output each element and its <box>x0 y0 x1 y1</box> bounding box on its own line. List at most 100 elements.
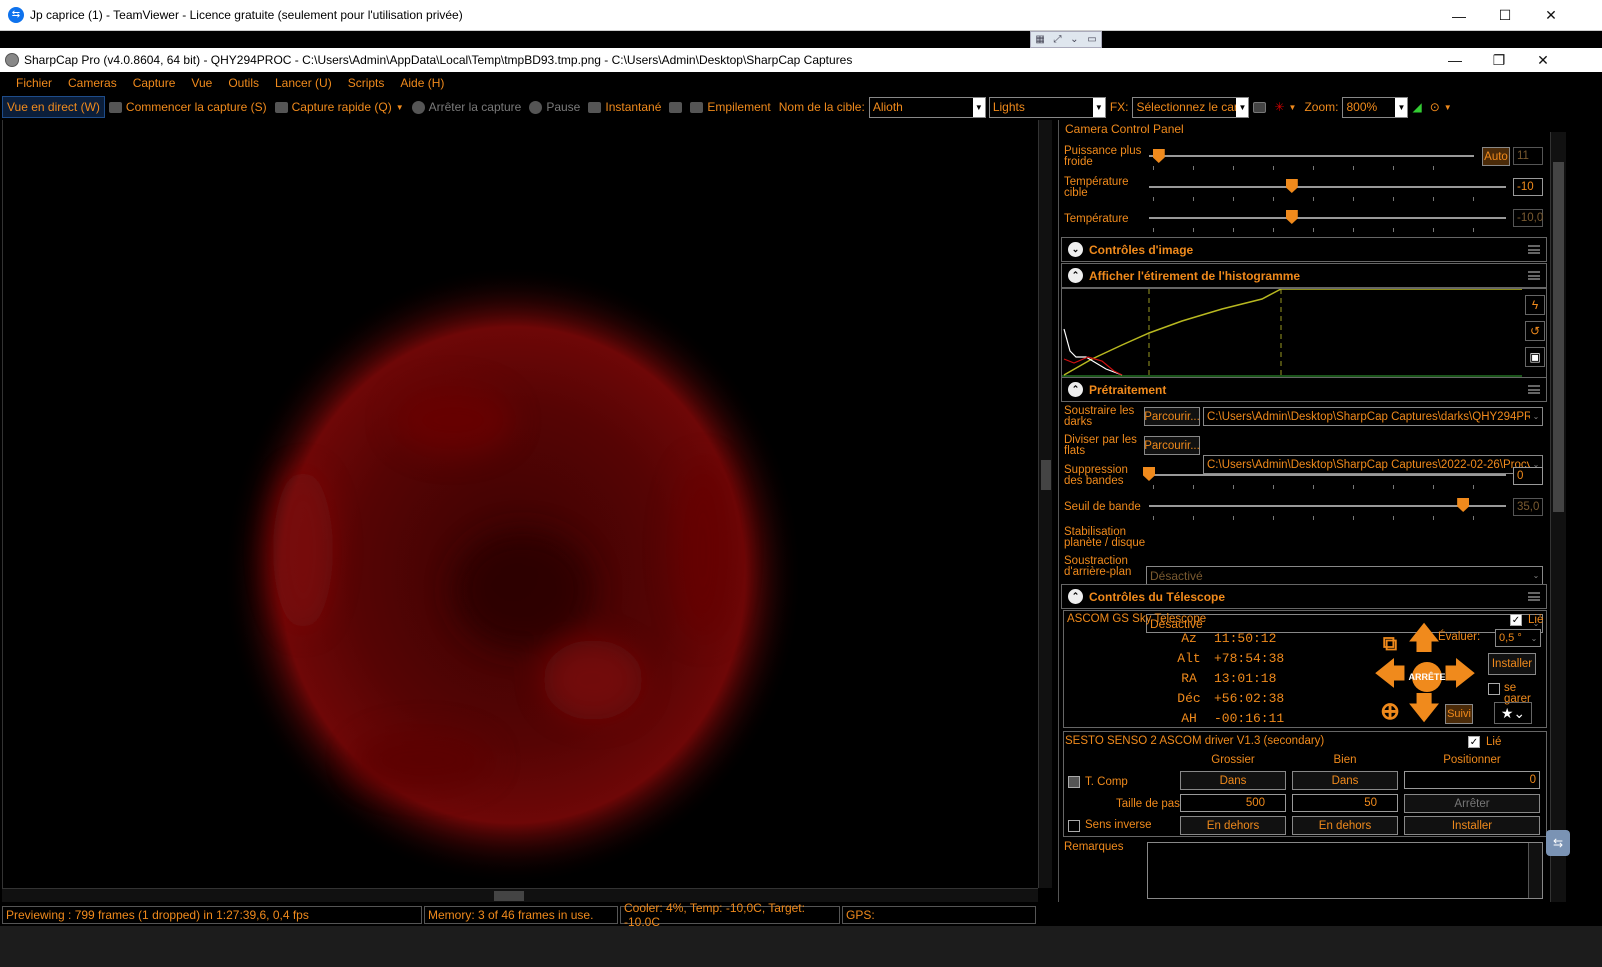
section-histogram[interactable]: ⌃ Afficher l'étirement de l'histogramme <box>1061 263 1547 288</box>
maximize-button[interactable]: ☐ <box>1482 0 1528 31</box>
darks-path-combo[interactable]: C:\Users\Admin\Desktop\SharpCap Captures… <box>1203 407 1543 426</box>
arrow-left-button[interactable]: 🡄 <box>1374 658 1406 693</box>
stabilisation-combo[interactable]: Désactivé ⌄ <box>1146 566 1543 585</box>
scroll-thumb[interactable] <box>1553 162 1564 512</box>
start-capture-button[interactable]: Commencer la capture (S) <box>105 97 271 117</box>
flats-path-combo[interactable]: C:\Users\Admin\Desktop\SharpCap Captures… <box>1203 455 1543 474</box>
chevron-down-icon[interactable]: ⌄ <box>1070 34 1078 45</box>
auto-stretch-icon[interactable]: ϟ <box>1525 295 1545 315</box>
menu-capture[interactable]: Capture <box>133 76 176 90</box>
zoom-tool-button[interactable]: ⊙ ▼ <box>1426 97 1456 117</box>
target-temp-slider-thumb[interactable] <box>1285 179 1298 193</box>
target-name-combo[interactable]: Alioth ▼ <box>868 96 986 118</box>
teamviewer-float-icon[interactable]: ⇆ <box>1546 830 1570 856</box>
banding-slider[interactable] <box>1149 474 1506 476</box>
focuser-install-button[interactable]: Installer <box>1404 816 1540 835</box>
col-coarse-header: Grossier <box>1211 754 1255 766</box>
pause-button[interactable]: Pause <box>525 97 584 117</box>
banding-value[interactable]: 0 <box>1513 467 1543 485</box>
mount-install-button[interactable]: Installer <box>1488 653 1536 675</box>
frame-type-combo[interactable]: Lights ▼ <box>988 96 1106 118</box>
menu-icon[interactable] <box>1528 385 1540 394</box>
menu-lancer[interactable]: Lancer (U) <box>275 76 332 90</box>
step-fine-input[interactable]: 50 <box>1292 794 1398 812</box>
histogram-area[interactable]: ϟ ↺ ▣ <box>1061 288 1547 378</box>
scroll-thumb[interactable] <box>1041 460 1051 490</box>
menu-icon[interactable] <box>1528 271 1540 280</box>
menu-fichier[interactable]: Fichier <box>16 76 52 90</box>
menu-icon[interactable] <box>1528 592 1540 601</box>
section-preprocessing[interactable]: ⌃ Prétraitement <box>1061 377 1547 402</box>
mount-linked-checkbox[interactable]: ✓ <box>1510 614 1522 626</box>
section-telescope[interactable]: ⌃ Contrôles du Télescope <box>1061 584 1547 609</box>
zoom-combo[interactable]: 800% ▼ <box>1342 96 1409 118</box>
sc-minimize-button[interactable]: — <box>1432 48 1478 72</box>
menu-icon[interactable] <box>1528 245 1540 254</box>
stacking-button[interactable]: Empilement <box>686 97 774 117</box>
live-preview-image[interactable] <box>2 120 1038 888</box>
menu-outils[interactable]: Outils <box>228 76 259 90</box>
live-view-button[interactable]: Vue en direct (W) <box>2 96 105 118</box>
fx-combo[interactable]: Sélectionnez le car ▼ <box>1132 96 1250 118</box>
focus-out-coarse-button[interactable]: En dehors <box>1180 816 1286 835</box>
flats-browse-button[interactable]: Parcourir... <box>1144 436 1200 455</box>
stop-capture-button[interactable]: Arrêter la capture <box>408 97 526 117</box>
focuser-linked-checkbox[interactable]: ✓ <box>1468 736 1480 748</box>
focus-in-coarse-button[interactable]: Dans <box>1180 771 1286 790</box>
section-image-controls[interactable]: ⌄ Contrôles d'image <box>1061 237 1547 262</box>
cooler-power-value[interactable]: 11 <box>1513 147 1543 165</box>
chevron-down-icon[interactable]: ⌄ <box>1068 242 1083 257</box>
chevron-up-icon[interactable]: ⌃ <box>1068 382 1083 397</box>
chevron-up-icon[interactable]: ⌃ <box>1068 268 1083 283</box>
park-checkbox[interactable] <box>1488 683 1500 695</box>
grid-icon[interactable]: ▦ <box>1035 34 1044 45</box>
menu-scripts[interactable]: Scripts <box>348 76 385 90</box>
crosshair-button[interactable]: ✳ ▼ <box>1270 97 1300 117</box>
focus-in-fine-button[interactable]: Dans <box>1292 771 1398 790</box>
star-icon[interactable]: ★⌄ <box>1494 702 1532 724</box>
menu-aide[interactable]: Aide (H) <box>400 76 444 90</box>
target-icon[interactable]: ⊕ <box>1374 695 1406 727</box>
teamviewer-toolbar-strip[interactable]: ▦ ⤢ ⌄ ▭ <box>1030 31 1102 48</box>
quick-capture-button[interactable]: Capture rapide (Q) ▼ <box>271 97 408 117</box>
target-temp-value[interactable]: -10 <box>1513 178 1543 196</box>
notes-scrollbar[interactable] <box>1528 843 1542 898</box>
step-coarse-input[interactable]: 500 <box>1180 794 1286 812</box>
chevron-up-icon[interactable]: ⌃ <box>1068 589 1083 604</box>
minimize-button[interactable]: — <box>1436 0 1482 31</box>
target-temp-slider[interactable] <box>1149 186 1506 188</box>
reticle-button[interactable] <box>1249 99 1270 116</box>
close-button[interactable]: ✕ <box>1528 0 1574 31</box>
focus-out-fine-button[interactable]: En dehors <box>1292 816 1398 835</box>
scroll-thumb[interactable] <box>494 891 524 901</box>
focuser-position-input[interactable]: 0 <box>1404 771 1540 789</box>
preview-horizontal-scrollbar[interactable] <box>2 888 1038 902</box>
save-icon[interactable]: ▣ <box>1525 347 1545 367</box>
histogram-graph[interactable] <box>1062 288 1522 377</box>
cooler-power-slider[interactable] <box>1149 155 1474 157</box>
darks-browse-button[interactable]: Parcourir... <box>1144 407 1200 426</box>
cooler-power-slider-thumb[interactable] <box>1152 149 1165 163</box>
reverse-checkbox[interactable] <box>1068 820 1080 832</box>
tcomp-checkbox[interactable] <box>1068 776 1080 788</box>
arrow-down-button[interactable]: 🡇 <box>1408 692 1440 727</box>
fullscreen-icon[interactable]: ⤢ <box>1053 34 1061 45</box>
cooler-auto-button[interactable]: Auto <box>1482 147 1510 166</box>
arrow-right-button[interactable]: 🡆 <box>1444 658 1476 693</box>
rate-combo[interactable]: 0,5 ° ⌄ <box>1495 629 1541 647</box>
panel-vertical-scrollbar[interactable] <box>1550 132 1566 902</box>
sc-close-button[interactable]: ✕ <box>1520 48 1566 72</box>
reset-icon[interactable]: ↺ <box>1525 321 1545 341</box>
focuser-stop-button[interactable]: Arrêter <box>1404 794 1540 813</box>
histogram-button[interactable]: ◢ <box>1408 97 1425 117</box>
preview-vertical-scrollbar[interactable] <box>1038 120 1052 888</box>
snapshot-button[interactable]: Instantané <box>584 97 665 117</box>
arrow-up-button[interactable]: 🡅 <box>1408 622 1440 657</box>
monitor-icon[interactable]: ▭ <box>1087 34 1096 45</box>
menu-vue[interactable]: Vue <box>191 76 212 90</box>
tracking-button[interactable]: Suivi <box>1445 704 1473 724</box>
sc-restore-button[interactable]: ❐ <box>1476 48 1522 72</box>
notes-textarea[interactable] <box>1147 842 1543 899</box>
monitor-settings-button[interactable] <box>665 99 686 116</box>
menu-cameras[interactable]: Cameras <box>68 76 117 90</box>
